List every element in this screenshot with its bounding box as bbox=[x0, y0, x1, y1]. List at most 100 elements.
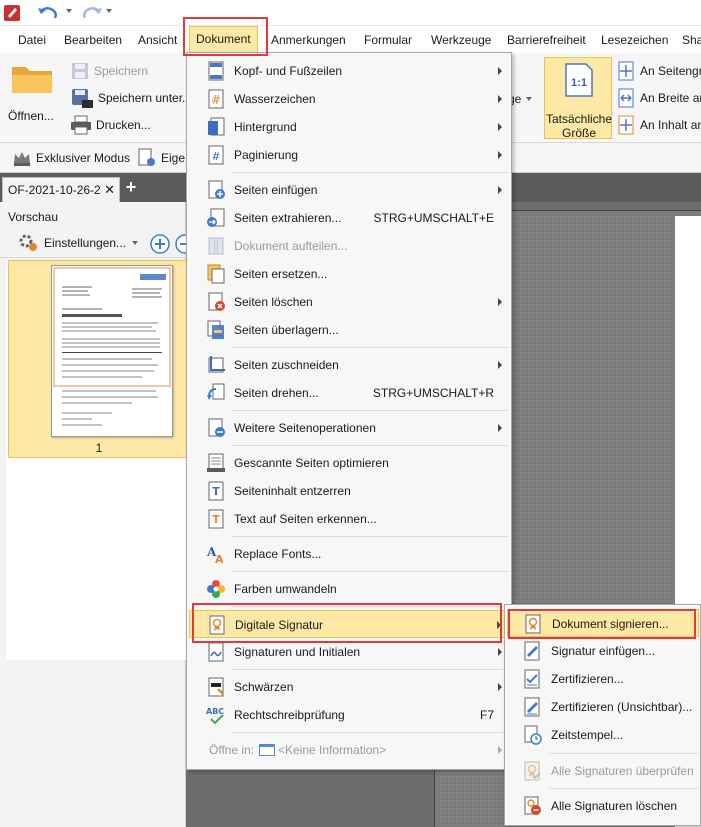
submenu-arrow-icon bbox=[498, 683, 502, 691]
menu-item-shortcut: STRG+UMSCHALT+E bbox=[373, 211, 494, 225]
menu-item-label: Seiten extrahieren... bbox=[234, 211, 342, 225]
menu-item-seiteninhalt-entzerren[interactable]: T Seiteninhalt entzerren bbox=[189, 477, 509, 505]
menu-item-seiten-einfuegen[interactable]: Seiten einfügen bbox=[189, 176, 509, 204]
menu-item-label: Seiten löschen bbox=[234, 295, 313, 309]
menu-item-rechtschreibpruefung[interactable]: ABC Rechtschreibprüfung F7 bbox=[189, 701, 509, 729]
menu-item-weitere-seitenoperationen[interactable]: Weitere Seitenoperationen bbox=[189, 414, 509, 442]
more-page-operations-icon bbox=[206, 418, 226, 438]
insert-pages-icon bbox=[206, 180, 226, 200]
svg-text:#: # bbox=[211, 150, 220, 163]
actual-size-button[interactable]: 1:1 Tatsächliche Größe bbox=[544, 57, 612, 140]
submenu-arrow-icon bbox=[498, 648, 502, 656]
menu-item-dokument-aufteilen[interactable]: Dokument aufteilen... bbox=[189, 232, 509, 260]
app-logo-icon bbox=[2, 3, 22, 23]
digitale-signatur-callout bbox=[192, 603, 502, 643]
menu-tab-ansicht[interactable]: Ansicht bbox=[132, 28, 183, 52]
menu-separator bbox=[232, 669, 508, 670]
properties-label: Eige bbox=[161, 151, 186, 165]
menu-tab-share[interactable]: Sha bbox=[676, 28, 701, 52]
redo-icon[interactable] bbox=[78, 3, 104, 23]
close-tab-icon[interactable]: ✕ bbox=[104, 178, 115, 202]
print-label: Drucken... bbox=[96, 118, 151, 132]
submenu-item-label: Zertifizieren (Unsichtbar)... bbox=[551, 700, 693, 714]
menu-item-wasserzeichen[interactable]: # Wasserzeichen bbox=[189, 85, 509, 113]
menu-item-farben-umwandeln[interactable]: Farben umwandeln bbox=[189, 575, 509, 603]
actual-size-icon-text: 1:1 bbox=[571, 77, 587, 89]
menu-item-label: Seiten drehen... bbox=[234, 386, 319, 400]
undo-dropdown-icon[interactable] bbox=[66, 9, 72, 13]
svg-text:ABC: ABC bbox=[206, 707, 224, 716]
replace-pages-icon bbox=[206, 264, 226, 284]
dokument-menu: Kopf- und Fußzeilen # Wasserzeichen Hint… bbox=[186, 52, 512, 770]
menu-tab-datei[interactable]: Datei bbox=[12, 28, 52, 52]
menu-tab-bearbeiten[interactable]: Bearbeiten bbox=[58, 28, 128, 52]
printer-icon bbox=[70, 115, 92, 135]
exclusive-mode-button[interactable]: Exklusiver Modus bbox=[12, 148, 130, 168]
submenu-arrow-icon bbox=[498, 361, 502, 369]
thumbnail-list: 1 bbox=[6, 260, 188, 660]
fit-content-button[interactable]: An Inhalt an bbox=[616, 115, 701, 135]
submenu-item-alle-signaturen-ueberpruefen[interactable]: Alle Signaturen überprüfen bbox=[507, 757, 699, 785]
menu-separator bbox=[232, 571, 508, 572]
menu-item-seiten-extrahieren[interactable]: Seiten extrahieren... STRG+UMSCHALT+E bbox=[189, 204, 509, 232]
menu-item-gescannte-seiten-optimieren[interactable]: Gescannte Seiten optimieren bbox=[189, 449, 509, 477]
thumbnail-item[interactable]: 1 bbox=[8, 260, 188, 458]
menu-item-seiten-drehen[interactable]: Seiten drehen... STRG+UMSCHALT+R bbox=[189, 379, 509, 407]
menu-item-text-erkennen[interactable]: T Text auf Seiten erkennen... bbox=[189, 505, 509, 533]
menu-tab-barrierefreiheit[interactable]: Barrierefreiheit bbox=[501, 28, 592, 52]
properties-button[interactable]: Eige bbox=[137, 148, 185, 168]
menu-tab-lesezeichen[interactable]: Lesezeichen bbox=[595, 28, 674, 52]
submenu-item-signatur-einfuegen[interactable]: Signatur einfügen... bbox=[507, 637, 699, 665]
ribbon-dropdown-icon[interactable] bbox=[526, 97, 532, 101]
fit-width-button[interactable]: An Breite an bbox=[616, 88, 701, 108]
document-tab[interactable]: OF-2021-10-26-2 ✕ bbox=[2, 177, 120, 202]
page-thumbnail[interactable] bbox=[51, 265, 173, 437]
menu-item-paginierung[interactable]: # Paginierung bbox=[189, 141, 509, 169]
menu-tab-formular[interactable]: Formular bbox=[358, 28, 418, 52]
submenu-item-zertifizieren[interactable]: Zertifizieren... bbox=[507, 665, 699, 693]
save-icon bbox=[70, 61, 90, 81]
zoom-in-icon[interactable] bbox=[149, 233, 171, 255]
menu-item-label: Schwärzen bbox=[234, 680, 294, 694]
split-document-icon bbox=[206, 236, 226, 256]
zoom-out-icon[interactable] bbox=[174, 233, 186, 255]
submenu-item-alle-signaturen-loeschen[interactable]: Alle Signaturen löschen bbox=[507, 792, 699, 820]
folder-icon bbox=[8, 59, 56, 99]
menu-item-label: Seiten zuschneiden bbox=[234, 358, 339, 372]
menu-item-seiten-ersetzen[interactable]: Seiten ersetzen... bbox=[189, 260, 509, 288]
submenu-item-label: Alle Signaturen überprüfen bbox=[551, 764, 694, 778]
new-tab-button[interactable]: + bbox=[122, 178, 140, 197]
save-as-button[interactable]: Speichern unter... bbox=[70, 88, 192, 108]
spellcheck-icon: ABC bbox=[206, 705, 226, 725]
menu-item-schwaerzen[interactable]: Schwärzen bbox=[189, 673, 509, 701]
submenu-item-label: Zertifizieren... bbox=[551, 672, 624, 686]
open-button[interactable]: Öffnen... bbox=[8, 59, 64, 137]
preview-settings-dropdown-icon[interactable] bbox=[132, 241, 138, 245]
menu-item-hintergrund[interactable]: Hintergrund bbox=[189, 113, 509, 141]
save-button[interactable]: Speichern bbox=[70, 61, 148, 81]
properties-icon bbox=[137, 148, 157, 168]
print-button[interactable]: Drucken... bbox=[70, 115, 151, 135]
thumbnail-page-number: 1 bbox=[95, 441, 103, 455]
menu-separator bbox=[232, 732, 508, 733]
menu-item-replace-fonts[interactable]: AA Replace Fonts... bbox=[189, 540, 509, 568]
header-footer-icon bbox=[206, 61, 226, 81]
undo-icon[interactable] bbox=[36, 3, 62, 23]
redact-icon bbox=[206, 677, 226, 697]
submenu-arrow-icon bbox=[498, 424, 502, 432]
menu-separator bbox=[232, 172, 508, 173]
redo-dropdown-icon[interactable] bbox=[106, 9, 112, 13]
fit-content-icon bbox=[616, 115, 636, 135]
menu-item-oeffne-in[interactable]: Öffne in: <Keine Information> bbox=[189, 736, 509, 764]
submenu-item-zertifizieren-unsichtbar[interactable]: Zertifizieren (Unsichtbar)... bbox=[507, 693, 699, 721]
preview-settings-button[interactable]: Einstellungen... bbox=[18, 233, 126, 253]
menu-item-seiten-ueberlagern[interactable]: Seiten überlagern... bbox=[189, 316, 509, 344]
menu-tab-werkzeuge[interactable]: Werkzeuge bbox=[425, 28, 497, 52]
submenu-item-zeitstempel[interactable]: Zeitstempel... bbox=[507, 721, 699, 749]
menu-item-kopf-fusszeilen[interactable]: Kopf- und Fußzeilen bbox=[189, 57, 509, 85]
menu-tab-anmerkungen[interactable]: Anmerkungen bbox=[265, 28, 352, 52]
menu-item-seiten-loeschen[interactable]: Seiten löschen bbox=[189, 288, 509, 316]
fit-page-button[interactable]: An Seitengr bbox=[616, 61, 701, 81]
menu-item-seiten-zuschneiden[interactable]: Seiten zuschneiden bbox=[189, 351, 509, 379]
watermark-icon: # bbox=[206, 89, 226, 109]
